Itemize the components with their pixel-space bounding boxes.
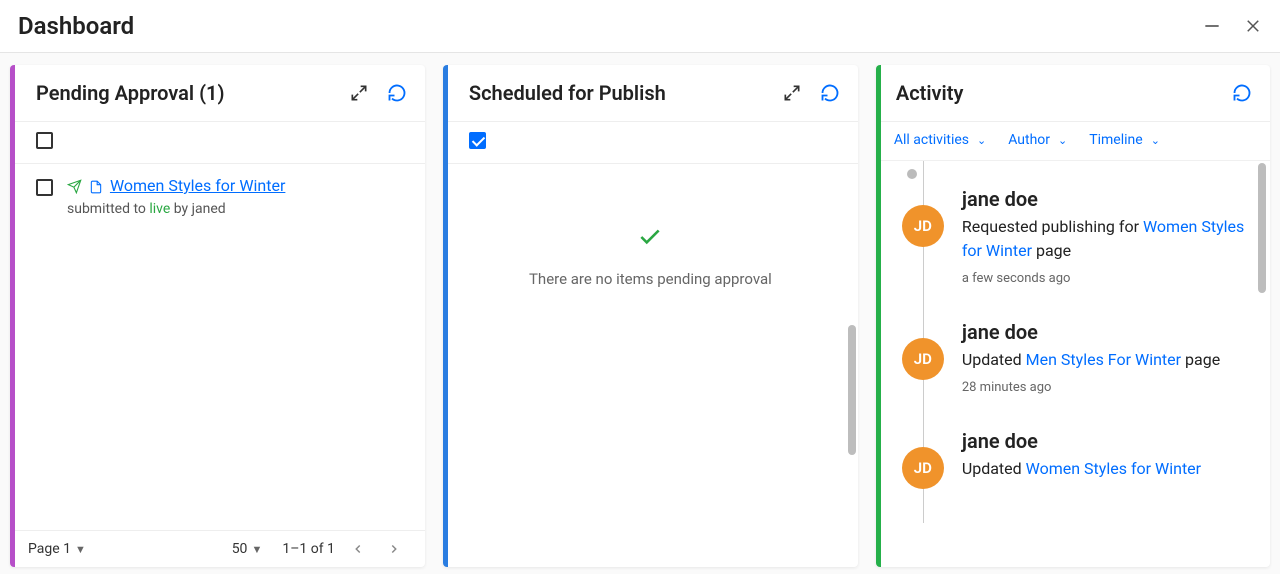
pending-title: Pending Approval (1) [36, 81, 349, 105]
item-checkbox[interactable] [36, 179, 53, 196]
activity-desc: Updated Men Styles For Winter page [962, 348, 1258, 372]
check-icon [443, 224, 858, 256]
pending-item: Women Styles for Winter submitted to liv… [10, 164, 425, 229]
activity-link[interactable]: Men Styles For Winter [1026, 350, 1181, 369]
page-size[interactable]: 50▼ [232, 541, 263, 557]
refresh-icon[interactable] [1232, 83, 1252, 103]
pending-item-link[interactable]: Women Styles for Winter [110, 176, 285, 195]
send-icon [67, 179, 82, 194]
avatar: JD [902, 447, 944, 489]
timeline-origin-dot [907, 169, 917, 179]
page-indicator[interactable]: Page 1▼ [28, 541, 86, 557]
activity-time: a few seconds ago [962, 271, 1258, 286]
range-label: 1–1 of 1 [282, 541, 335, 557]
avatar: JD [902, 338, 944, 380]
scheduled-title: Scheduled for Publish [469, 81, 782, 105]
activity-user: jane doe [962, 187, 1258, 211]
pending-approval-panel: Pending Approval (1) [10, 65, 425, 567]
close-icon[interactable] [1244, 17, 1262, 35]
next-page-icon[interactable] [381, 542, 407, 556]
select-all-checkbox[interactable] [36, 132, 53, 149]
pending-footer: Page 1▼ 50▼ 1–1 of 1 [10, 530, 425, 567]
scheduled-panel: Scheduled for Publish There are no items… [443, 65, 858, 567]
scrollbar[interactable] [848, 325, 856, 455]
header: Dashboard [0, 0, 1280, 53]
activity-user: jane doe [962, 429, 1258, 453]
avatar: JD [902, 205, 944, 247]
activity-time: 28 minutes ago [962, 380, 1258, 395]
minimize-icon[interactable] [1202, 16, 1222, 36]
filter-timeline[interactable]: Timeline⌄ [1089, 132, 1160, 148]
activity-item: JD jane doe Requested publishing for Wom… [902, 187, 1258, 286]
activity-filters: All activities⌄ Author⌄ Timeline⌄ [876, 122, 1270, 161]
scrollbar[interactable] [1258, 163, 1266, 293]
activity-item: JD jane doe Updated Women Styles for Win… [902, 429, 1258, 489]
activity-desc: Updated Women Styles for Winter [962, 457, 1258, 481]
activity-item: JD jane doe Updated Men Styles For Winte… [902, 320, 1258, 395]
activity-user: jane doe [962, 320, 1258, 344]
expand-icon[interactable] [782, 83, 802, 103]
activity-title: Activity [896, 81, 1232, 105]
refresh-icon[interactable] [820, 83, 840, 103]
select-all-checkbox[interactable] [469, 132, 486, 149]
pending-item-sub: submitted to live by janed [67, 201, 407, 217]
activity-link[interactable]: Women Styles for Winter [1026, 459, 1201, 478]
page-icon [89, 180, 103, 194]
refresh-icon[interactable] [387, 83, 407, 103]
filter-all[interactable]: All activities⌄ [894, 132, 986, 148]
expand-icon[interactable] [349, 83, 369, 103]
prev-page-icon[interactable] [345, 542, 371, 556]
activity-desc: Requested publishing for Women Styles fo… [962, 215, 1258, 263]
activity-panel: Activity All activities⌄ Author⌄ Timelin… [876, 65, 1270, 567]
activity-list: JD jane doe Requested publishing for Wom… [876, 161, 1270, 567]
empty-state: There are no items pending approval [443, 224, 858, 288]
page-title: Dashboard [18, 12, 134, 40]
filter-author[interactable]: Author⌄ [1008, 132, 1067, 148]
